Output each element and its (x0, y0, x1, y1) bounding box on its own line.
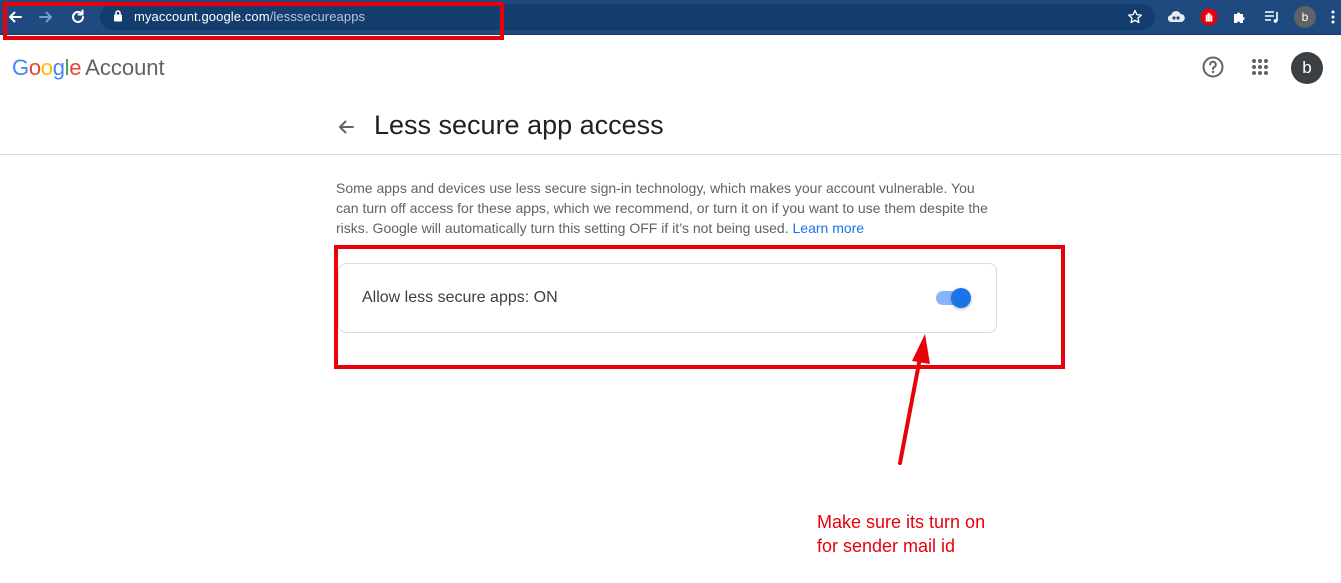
annotation-note: Make sure its turn on for sender mail id (817, 510, 985, 558)
annotation-note-line-2: for sender mail id (817, 536, 956, 556)
annotation-note-line-1: Make sure its turn on (817, 512, 986, 532)
annotation-arrow (898, 334, 930, 465)
